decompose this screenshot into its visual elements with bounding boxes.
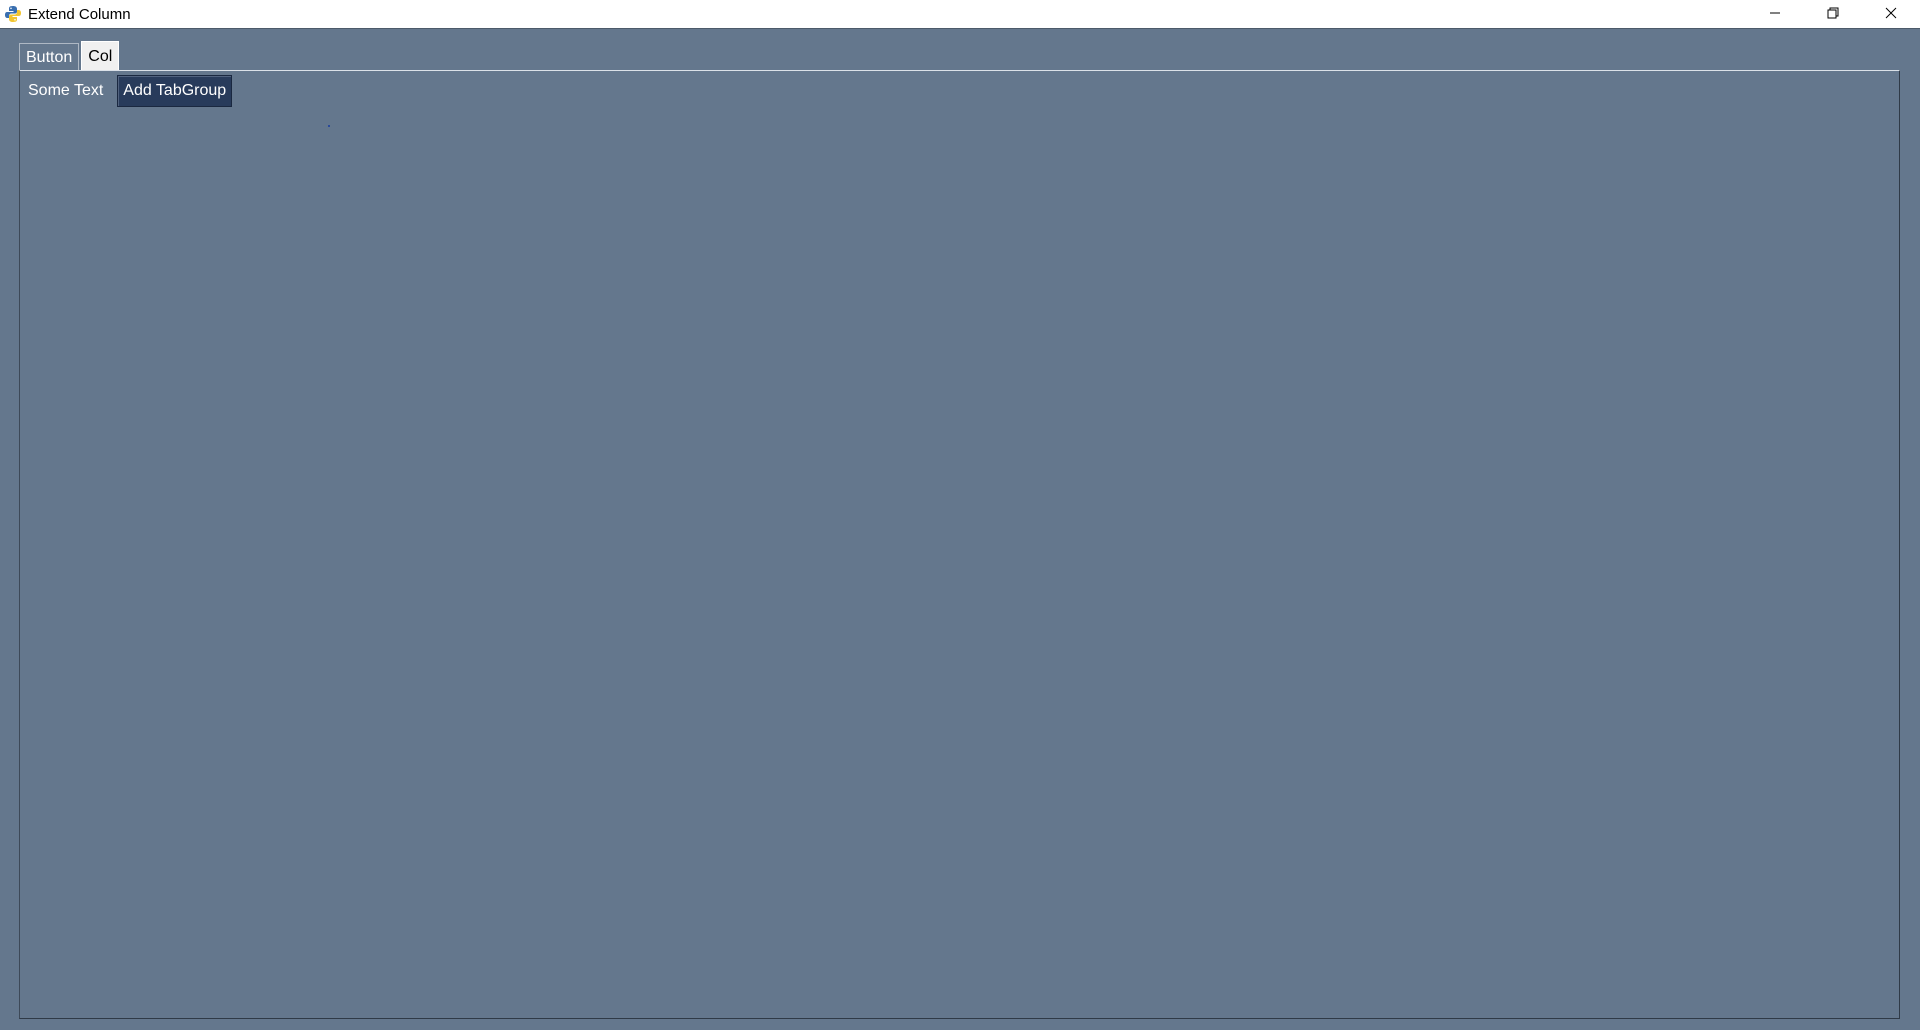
minimize-button[interactable] — [1746, 0, 1804, 29]
python-icon — [4, 5, 22, 23]
window-title: Extend Column — [28, 5, 131, 23]
close-icon — [1885, 6, 1897, 24]
panel-row: Some Text Add TabGroup — [28, 75, 233, 107]
restore-button[interactable] — [1804, 0, 1862, 29]
tab-panel-col: Some Text Add TabGroup — [19, 70, 1900, 1019]
minimize-icon — [1769, 6, 1781, 24]
window-controls — [1746, 0, 1920, 29]
close-button[interactable] — [1862, 0, 1920, 29]
tab-button[interactable]: Button — [19, 43, 80, 71]
window-content: Button Col Some Text Add TabGroup — [0, 29, 1920, 1030]
tab-bar: Button Col — [19, 41, 121, 71]
restore-icon — [1827, 6, 1839, 24]
stray-pixel — [328, 125, 330, 127]
tab-col[interactable]: Col — [81, 41, 120, 71]
some-text-label: Some Text — [28, 82, 104, 99]
add-tabgroup-button[interactable]: Add TabGroup — [117, 75, 233, 107]
app-window: Extend Column Button Col Some Text Add T… — [0, 0, 1920, 1030]
title-bar[interactable]: Extend Column — [0, 0, 1920, 29]
